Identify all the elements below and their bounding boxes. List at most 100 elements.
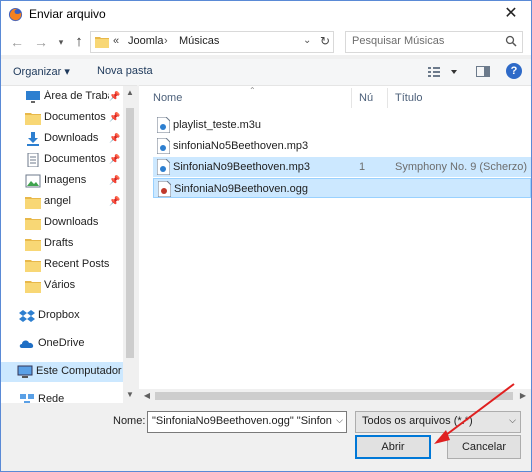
file-row[interactable]: SinfoniaNo9Beethoven.ogg (153, 178, 531, 198)
pin-icon: 📌 (109, 133, 121, 143)
filename-input[interactable]: "SinfoniaNo9Beethoven.ogg" "Sinfon ⌵ (147, 411, 347, 433)
file-name: SinfoniaNo9Beethoven.mp3 (173, 161, 310, 173)
help-icon[interactable]: ? (506, 63, 522, 79)
folder-icon (25, 279, 41, 293)
sidebar-item[interactable]: Documentos 📌 (1, 108, 123, 128)
images-icon (25, 174, 41, 188)
sidebar-item[interactable]: Rede (1, 390, 123, 403)
file-name: sinfoniaNo5Beethoven.mp3 (173, 140, 309, 152)
sidebar-item-label: Recent Posts (44, 258, 110, 270)
file-row[interactable]: SinfoniaNo9Beethoven.mp3 1 Symphony No. 9 … (153, 157, 531, 177)
sidebar-item-label: Rede (38, 393, 65, 403)
column-name-header[interactable]: Nome (153, 92, 182, 104)
ogg-file-icon (157, 180, 172, 198)
file-dialog: Enviar arquivo ✕ ← → ▾ ↑ « Joomla › Músi… (0, 0, 532, 472)
sidebar-item[interactable]: Downloads (1, 213, 123, 233)
pin-icon: 📌 (109, 175, 121, 185)
pin-icon: 📌 (109, 154, 121, 164)
refresh-icon[interactable]: ↻ (320, 34, 330, 48)
scroll-left-icon[interactable]: ◀ (140, 391, 154, 400)
pin-icon: 📌 (109, 91, 121, 101)
sidebar-item-label: Drafts (44, 237, 74, 249)
close-button[interactable]: ✕ (497, 3, 525, 25)
dropbox-icon (19, 309, 35, 323)
file-type-select[interactable]: Todos os arquivos (*.*) ⌵ (355, 411, 521, 433)
scroll-down-icon[interactable]: ▼ (123, 390, 137, 399)
preview-pane-icon[interactable] (476, 66, 490, 77)
column-divider[interactable] (387, 88, 388, 108)
title-bar: Enviar arquivo ✕ (1, 1, 531, 29)
sidebar-item[interactable]: Recent Posts (1, 255, 123, 275)
view-options-icon[interactable] (427, 65, 461, 79)
sidebar-item-label: Downloads (44, 216, 99, 228)
sidebar-item-label: Vários (44, 279, 76, 291)
navigation-pane: ▲ ▼ Área de Traba 📌 Documentos 📌 Downloads 📌 D… (1, 85, 137, 403)
chevron-down-icon[interactable]: ⌵ (509, 415, 516, 426)
folder-icon (95, 37, 109, 48)
sort-up-icon: ⌃ (249, 86, 256, 95)
up-button[interactable]: ↑ (71, 34, 87, 50)
search-placeholder: Pesquisar Músicas (352, 35, 445, 47)
file-name: SinfoniaNo9Beethoven.ogg (174, 183, 308, 195)
file-track-number: 1 (359, 161, 366, 173)
cloud-icon (19, 337, 35, 351)
sidebar-item[interactable]: Documentos 📌 (1, 150, 123, 170)
column-divider[interactable] (351, 88, 352, 108)
open-button[interactable]: Abrir (355, 435, 431, 459)
organize-menu[interactable]: Organizar ▾ (13, 65, 70, 78)
breadcrumb-separator[interactable]: › (164, 35, 168, 47)
address-dropdown-icon[interactable]: ⌄ (303, 35, 311, 46)
folder-icon (25, 216, 41, 230)
nav-scroll-thumb[interactable] (126, 108, 134, 358)
sidebar-item[interactable]: Vários (1, 276, 123, 296)
folder-icon (25, 237, 41, 251)
sidebar-item-label: Downloads (44, 132, 99, 144)
recent-locations-button[interactable]: ▾ (53, 34, 69, 50)
sidebar-item[interactable]: Imagens 📌 (1, 171, 123, 191)
sidebar-item[interactable]: Downloads 📌 (1, 129, 123, 149)
forward-button[interactable]: → (33, 34, 49, 50)
computer-icon (17, 365, 33, 379)
file-type-value: Todos os arquivos (*.*) (362, 415, 473, 427)
sidebar-item[interactable]: angel 📌 (1, 192, 123, 212)
breadcrumb-musicas[interactable]: Músicas (179, 35, 219, 47)
sidebar-item-label: Este Computador (36, 365, 122, 377)
desktop-icon (25, 90, 41, 104)
playlist-file-icon (156, 116, 171, 134)
sidebar-item-label: Imagens (44, 174, 87, 186)
nav-scrollbar[interactable]: ▲ ▼ (123, 86, 137, 403)
window-title: Enviar arquivo (29, 7, 106, 21)
pin-icon: 📌 (109, 112, 121, 122)
sidebar-item[interactable]: OneDrive (1, 334, 123, 354)
folder-icon (25, 258, 41, 272)
cancel-button[interactable]: Cancelar (447, 435, 521, 459)
address-bar[interactable]: « Joomla › Músicas ⌄ ↻ (90, 31, 334, 53)
sidebar-item[interactable]: Drafts (1, 234, 123, 254)
column-number-header[interactable]: Nú (359, 92, 373, 104)
column-title-header[interactable]: Título (395, 92, 423, 104)
filename-value: "SinfoniaNo9Beethoven.ogg" "Sinfon (152, 415, 332, 427)
file-row[interactable]: sinfoniaNo5Beethoven.mp3 (153, 136, 531, 156)
chevron-down-icon[interactable]: ⌵ (334, 415, 343, 426)
sidebar-item-label: angel (44, 195, 71, 207)
new-folder-button[interactable]: Nova pasta (97, 65, 153, 77)
sidebar-item[interactable]: Área de Traba 📌 (1, 87, 123, 107)
address-row: ← → ▾ ↑ « Joomla › Músicas ⌄ ↻ Pesquisar… (1, 29, 531, 55)
audio-file-icon (156, 137, 171, 155)
sidebar-item[interactable]: Dropbox (1, 306, 123, 326)
star-folder-icon (25, 111, 41, 125)
scroll-up-icon[interactable]: ▲ (123, 88, 137, 97)
breadcrumb-overflow[interactable]: « (113, 35, 119, 47)
breadcrumb-joomla[interactable]: Joomla (128, 35, 163, 47)
scroll-right-icon[interactable]: ▶ (516, 391, 530, 400)
filename-label: Nome: (113, 415, 146, 427)
command-bar: Organizar ▾ Nova pasta ? (1, 59, 531, 85)
horizontal-scroll-thumb[interactable] (155, 392, 513, 400)
network-icon (19, 393, 35, 403)
horizontal-scrollbar[interactable]: ◀ ▶ (139, 389, 531, 403)
search-input[interactable]: Pesquisar Músicas (345, 31, 523, 53)
back-button[interactable]: ← (9, 34, 25, 50)
file-list: ⌃ Nome Nú Título playlist_teste.m3usinfo… (139, 85, 531, 403)
sidebar-item[interactable]: Este Computador (1, 362, 123, 382)
file-row[interactable]: playlist_teste.m3u (153, 115, 531, 135)
